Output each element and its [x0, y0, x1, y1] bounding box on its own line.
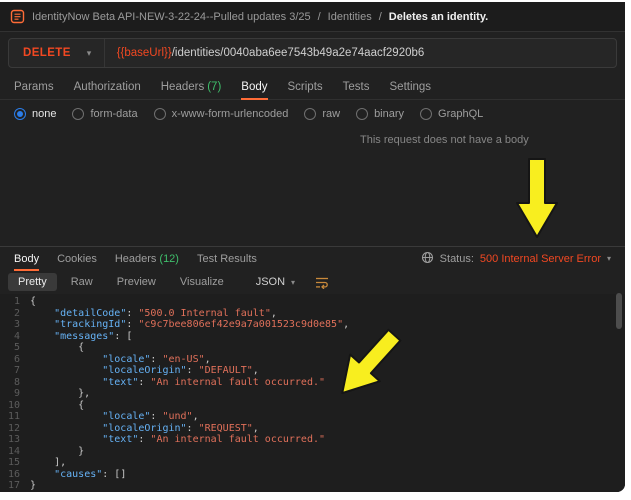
response-meta: Status: 500 Internal Server Error ▾	[421, 247, 611, 270]
forum-post-background: IdentityNow Beta API-NEW-3-22-24--Pulled…	[0, 0, 631, 500]
headers-count-badge: (7)	[207, 81, 221, 93]
request-body-panel: This request does not have a body	[0, 128, 625, 246]
request-url-row: DELETE ▾ {{baseUrl}}/identities/0040aba6…	[0, 32, 625, 74]
radio-selected-icon	[14, 108, 26, 120]
breadcrumb-separator: /	[379, 11, 382, 23]
network-icon[interactable]	[421, 251, 434, 267]
body-type-selector: none form-data x-www-form-urlencoded raw…	[0, 100, 625, 128]
radio-icon	[420, 108, 432, 120]
radio-icon	[72, 108, 84, 120]
method-selector[interactable]: DELETE ▾	[9, 39, 105, 67]
response-headers-count-badge: (12)	[159, 253, 179, 265]
breadcrumb: IdentityNow Beta API-NEW-3-22-24--Pulled…	[0, 2, 625, 32]
view-pretty-button[interactable]: Pretty	[8, 273, 57, 291]
body-type-urlencoded[interactable]: x-www-form-urlencoded	[154, 108, 289, 120]
body-type-binary[interactable]: binary	[356, 108, 404, 120]
method-label: DELETE	[23, 47, 71, 59]
response-tabs: Body Cookies Headers(12) Test Results St…	[0, 246, 625, 270]
chevron-down-icon: ▾	[291, 278, 295, 287]
scrollbar[interactable]	[616, 293, 622, 329]
body-type-graphql[interactable]: GraphQL	[420, 108, 483, 120]
request-tabs: Params Authorization Headers(7) Body Scr…	[0, 74, 625, 100]
view-visualize-button[interactable]: Visualize	[170, 273, 234, 291]
tab-body[interactable]: Body	[241, 74, 267, 99]
code-lines[interactable]: { "detailCode": "500.0 Internal fault", …	[30, 296, 625, 492]
tab-authorization[interactable]: Authorization	[74, 74, 141, 99]
tab-headers[interactable]: Headers(7)	[161, 74, 222, 99]
tab-params[interactable]: Params	[14, 74, 54, 99]
url-path: /identities/0040aba6ee7543b49a2e74aacf29…	[172, 47, 425, 59]
body-type-none[interactable]: none	[14, 108, 56, 120]
radio-icon	[154, 108, 166, 120]
response-tab-headers[interactable]: Headers(12)	[115, 247, 179, 270]
format-dropdown[interactable]: JSON ▾	[248, 273, 303, 291]
response-view-toolbar: Pretty Raw Preview Visualize JSON ▾	[0, 270, 625, 294]
view-preview-button[interactable]: Preview	[107, 273, 166, 291]
breadcrumb-separator: /	[318, 11, 321, 23]
tab-scripts[interactable]: Scripts	[288, 74, 323, 99]
code-gutter: 1234567891011121314151617	[0, 296, 30, 492]
breadcrumb-request-name: Deletes an identity.	[389, 11, 488, 23]
breadcrumb-collection[interactable]: IdentityNow Beta API-NEW-3-22-24--Pulled…	[32, 11, 311, 23]
status-label: Status:	[440, 253, 474, 265]
response-tab-test-results[interactable]: Test Results	[197, 247, 257, 270]
view-raw-button[interactable]: Raw	[61, 273, 103, 291]
collection-icon	[10, 9, 25, 24]
chevron-down-icon: ▾	[87, 48, 92, 59]
tab-settings[interactable]: Settings	[390, 74, 432, 99]
response-tab-body[interactable]: Body	[14, 247, 39, 270]
tab-tests[interactable]: Tests	[343, 74, 370, 99]
body-type-form-data[interactable]: form-data	[72, 108, 137, 120]
url-bar: DELETE ▾ {{baseUrl}}/identities/0040aba6…	[8, 38, 617, 68]
radio-icon	[356, 108, 368, 120]
url-variable: {{baseUrl}}	[117, 47, 172, 59]
chevron-down-icon: ▾	[607, 254, 611, 263]
body-type-raw[interactable]: raw	[304, 108, 340, 120]
wrap-lines-icon[interactable]	[315, 276, 329, 289]
url-input[interactable]: {{baseUrl}}/identities/0040aba6ee7543b49…	[105, 39, 437, 67]
postman-window: IdentityNow Beta API-NEW-3-22-24--Pulled…	[0, 2, 625, 492]
status-badge[interactable]: 500 Internal Server Error	[480, 253, 601, 265]
radio-icon	[304, 108, 316, 120]
breadcrumb-folder[interactable]: Identities	[328, 11, 372, 23]
response-tab-cookies[interactable]: Cookies	[57, 247, 97, 270]
response-body-viewer[interactable]: 1234567891011121314151617 { "detailCode"…	[0, 294, 625, 492]
empty-body-message: This request does not have a body	[360, 134, 529, 146]
